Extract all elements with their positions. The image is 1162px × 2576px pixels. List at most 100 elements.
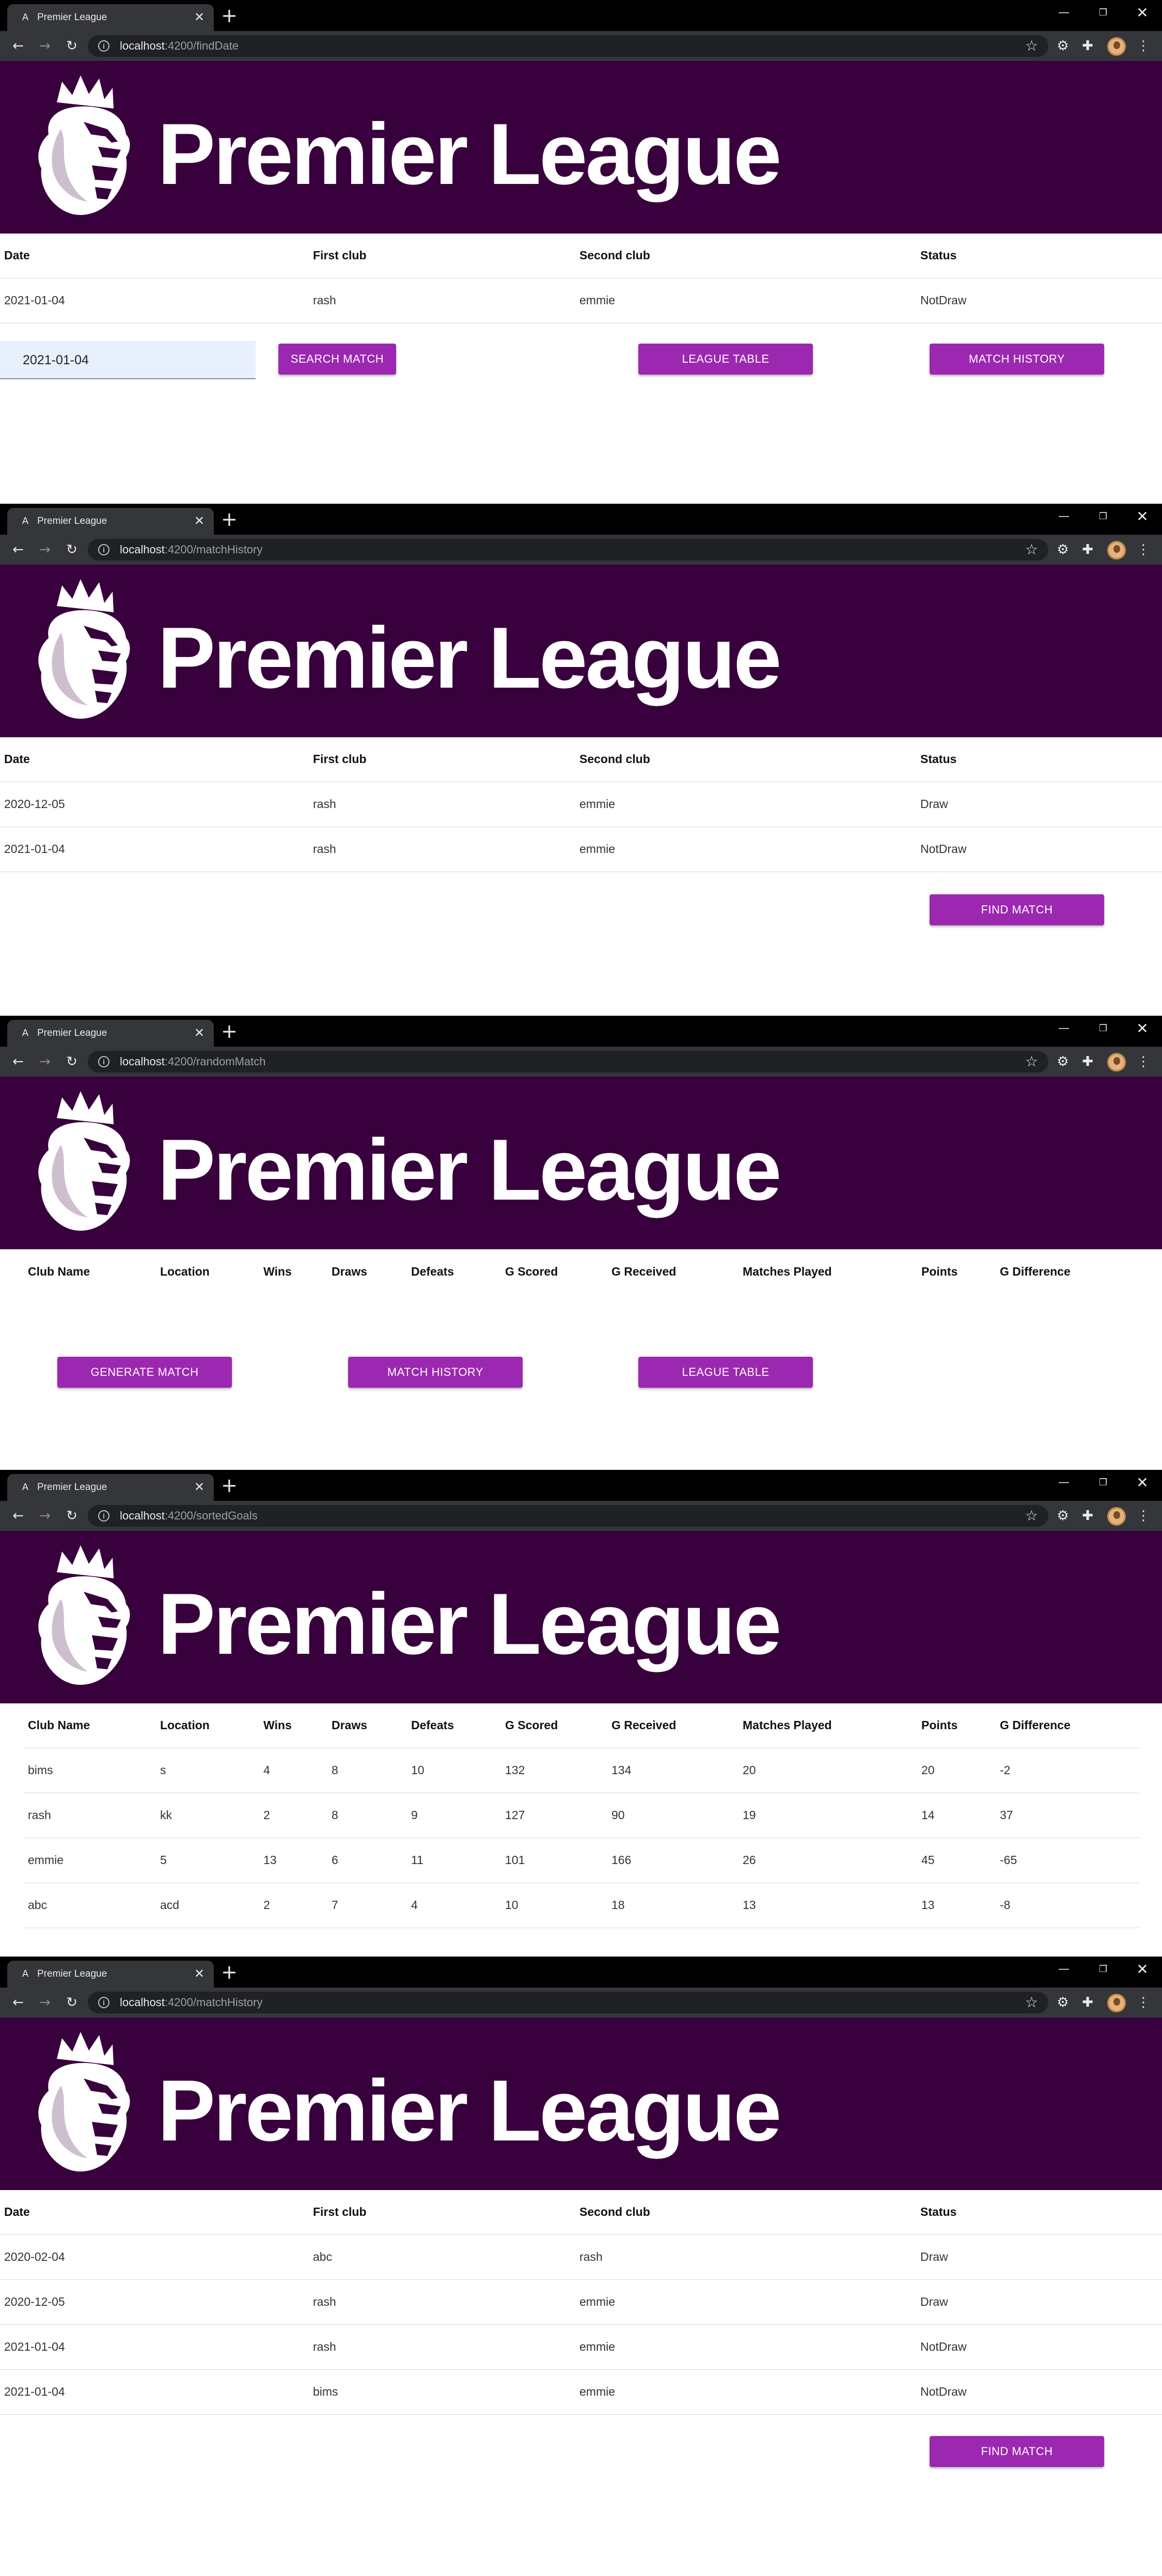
match-history-button[interactable]: MATCH HISTORY [348, 1357, 523, 1388]
extensions-puzzle-icon[interactable]: ✚ [1078, 540, 1097, 559]
reload-icon[interactable]: ↻ [62, 1052, 82, 1072]
extension-gear-icon[interactable]: ⚙ [1054, 540, 1072, 559]
address-bar[interactable]: i localhost:4200/matchHistory ☆ [88, 1992, 1048, 2013]
table-cell: kk [156, 1792, 259, 1838]
address-bar[interactable]: i localhost:4200/randomMatch ☆ [88, 1051, 1048, 1073]
restore-icon[interactable]: ❐ [1093, 1961, 1113, 1978]
close-window-icon[interactable]: ✕ [1132, 1474, 1153, 1492]
reload-icon[interactable]: ↻ [62, 1506, 82, 1526]
table-cell: 26 [739, 1837, 917, 1883]
close-window-icon[interactable]: ✕ [1132, 1961, 1153, 1978]
url-text: localhost:4200/randomMatch [120, 1056, 266, 1068]
extensions-puzzle-icon[interactable]: ✚ [1078, 1052, 1097, 1071]
menu-dots-icon[interactable]: ⋮ [1134, 1993, 1153, 2012]
new-tab-icon[interactable]: + [221, 509, 238, 530]
close-tab-icon[interactable]: ✕ [194, 514, 205, 527]
bookmark-star-icon[interactable]: ☆ [1025, 1994, 1038, 2011]
find-match-button[interactable]: FIND MATCH [930, 894, 1104, 925]
restore-icon[interactable]: ❐ [1093, 1474, 1113, 1492]
url-text: localhost:4200/matchHistory [120, 1996, 262, 2009]
table-body: bims s 4 8 10 132 134 20 20 -2 rash kk 2 8 9 127 90 19 14 3… [24, 1747, 1139, 1928]
new-tab-icon[interactable]: + [221, 1021, 238, 1042]
back-icon[interactable]: ← [8, 540, 28, 560]
menu-dots-icon[interactable]: ⋮ [1134, 1507, 1153, 1525]
site-info-icon[interactable]: i [98, 544, 109, 555]
reload-icon[interactable]: ↻ [62, 36, 82, 56]
site-info-icon[interactable]: i [98, 1510, 109, 1522]
close-window-icon[interactable]: ✕ [1132, 4, 1153, 22]
minimize-icon[interactable]: — [1054, 508, 1074, 525]
close-tab-icon[interactable]: ✕ [194, 1480, 205, 1494]
site-info-icon[interactable]: i [98, 40, 109, 52]
close-tab-icon[interactable]: ✕ [194, 1967, 205, 1980]
league-table-button[interactable]: LEAGUE TABLE [638, 344, 813, 375]
address-bar[interactable]: i localhost:4200/matchHistory ☆ [88, 539, 1048, 561]
menu-dots-icon[interactable]: ⋮ [1134, 37, 1153, 55]
back-icon[interactable]: ← [8, 1506, 28, 1526]
new-tab-icon[interactable]: + [221, 1962, 238, 1982]
back-icon[interactable]: ← [8, 36, 28, 56]
tab-title: Premier League [37, 1028, 107, 1038]
search-match-button[interactable]: SEARCH MATCH [278, 344, 396, 375]
table-cell: 20 [739, 1747, 917, 1793]
extensions-puzzle-icon[interactable]: ✚ [1078, 37, 1097, 55]
close-window-icon[interactable]: ✕ [1132, 1020, 1153, 1037]
date-input[interactable]: 2021-01-04 [0, 341, 256, 379]
site-info-icon[interactable]: i [98, 1997, 109, 2008]
minimize-icon[interactable]: — [1054, 1961, 1074, 1978]
close-window-icon[interactable]: ✕ [1132, 508, 1153, 525]
close-tab-icon[interactable]: ✕ [194, 1026, 205, 1039]
forward-icon[interactable]: → [35, 1052, 55, 1072]
forward-icon[interactable]: → [35, 1993, 55, 2012]
bookmark-star-icon[interactable]: ☆ [1025, 541, 1038, 558]
profile-avatar[interactable] [1107, 1507, 1126, 1526]
back-icon[interactable]: ← [8, 1052, 28, 1072]
menu-dots-icon[interactable]: ⋮ [1134, 1052, 1153, 1071]
minimize-icon[interactable]: — [1054, 1474, 1074, 1492]
match-history-button[interactable]: MATCH HISTORY [930, 344, 1104, 375]
restore-icon[interactable]: ❐ [1093, 508, 1113, 525]
extension-gear-icon[interactable]: ⚙ [1054, 37, 1072, 55]
bookmark-star-icon[interactable]: ☆ [1025, 37, 1038, 55]
table-cell: -8 [996, 1882, 1139, 1928]
find-match-button[interactable]: FIND MATCH [930, 2436, 1104, 2467]
extension-gear-icon[interactable]: ⚙ [1054, 1993, 1072, 2012]
browser-tab[interactable]: A Premier League ✕ [7, 4, 214, 31]
profile-avatar[interactable] [1107, 37, 1126, 56]
back-icon[interactable]: ← [8, 1993, 28, 2012]
forward-icon[interactable]: → [35, 36, 55, 56]
browser-tab[interactable]: A Premier League ✕ [7, 508, 214, 535]
site-info-icon[interactable]: i [98, 1056, 109, 1067]
browser-tab[interactable]: A Premier League ✕ [7, 1020, 214, 1047]
new-tab-icon[interactable]: + [221, 1475, 238, 1496]
bookmark-star-icon[interactable]: ☆ [1025, 1053, 1038, 1070]
forward-icon[interactable]: → [35, 1506, 55, 1526]
extension-gear-icon[interactable]: ⚙ [1054, 1052, 1072, 1071]
table-cell: 13 [917, 1882, 996, 1928]
browser-tab[interactable]: A Premier League ✕ [7, 1961, 214, 1988]
minimize-icon[interactable]: — [1054, 1020, 1074, 1037]
profile-avatar[interactable] [1107, 1994, 1126, 2012]
restore-icon[interactable]: ❐ [1093, 1020, 1113, 1037]
minimize-icon[interactable]: — [1054, 4, 1074, 22]
reload-icon[interactable]: ↻ [62, 540, 82, 560]
extension-gear-icon[interactable]: ⚙ [1054, 1507, 1072, 1525]
browser-tab[interactable]: A Premier League ✕ [7, 1474, 214, 1501]
restore-icon[interactable]: ❐ [1093, 4, 1113, 22]
column-header: Draws [332, 1718, 368, 1732]
profile-avatar[interactable] [1107, 541, 1126, 560]
bookmark-star-icon[interactable]: ☆ [1025, 1507, 1038, 1525]
generate-match-button[interactable]: GENERATE MATCH [57, 1357, 232, 1388]
new-tab-icon[interactable]: + [221, 5, 238, 26]
address-bar[interactable]: i localhost:4200/findDate ☆ [88, 35, 1048, 57]
table-cell: Draw [916, 2234, 1162, 2279]
address-bar[interactable]: i localhost:4200/sortedGoals ☆ [88, 1505, 1048, 1527]
forward-icon[interactable]: → [35, 540, 55, 560]
extensions-puzzle-icon[interactable]: ✚ [1078, 1993, 1097, 2012]
league-table-button[interactable]: LEAGUE TABLE [638, 1357, 813, 1388]
reload-icon[interactable]: ↻ [62, 1993, 82, 2012]
menu-dots-icon[interactable]: ⋮ [1134, 540, 1153, 559]
close-tab-icon[interactable]: ✕ [194, 10, 205, 24]
extensions-puzzle-icon[interactable]: ✚ [1078, 1507, 1097, 1525]
profile-avatar[interactable] [1107, 1053, 1126, 1072]
